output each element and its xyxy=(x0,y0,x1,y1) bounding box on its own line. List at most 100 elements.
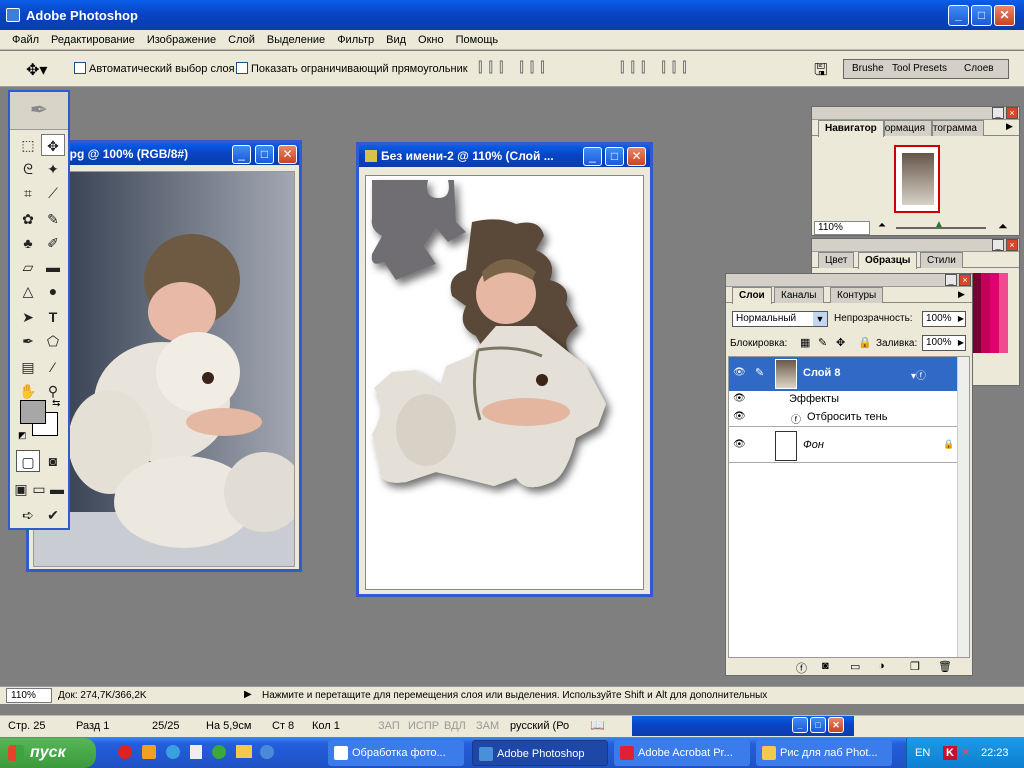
tab-navigator[interactable]: Навигатор xyxy=(818,120,884,137)
history-brush-icon[interactable]: ✐ xyxy=(41,232,65,254)
notes-tool-icon[interactable]: ▤ xyxy=(16,356,40,378)
layers-minimize-button[interactable]: _ xyxy=(945,274,957,286)
mini-maximize-button[interactable]: □ xyxy=(810,717,826,733)
screen-mode-full-icon[interactable]: ▬ xyxy=(48,478,66,500)
eye-icon[interactable]: 👁 xyxy=(733,439,746,450)
mini-close-button[interactable]: ✕ xyxy=(828,717,844,733)
eye-icon[interactable]: 👁 xyxy=(733,411,746,422)
menu-select[interactable]: Выделение xyxy=(261,34,331,46)
navigator-close-button[interactable]: × xyxy=(1006,107,1018,119)
eyedropper-icon[interactable]: ⁄ xyxy=(41,356,65,378)
hand-tool-icon[interactable]: ✋ xyxy=(16,380,40,402)
layers-menu-icon[interactable]: ▶ xyxy=(958,289,965,300)
menu-image[interactable]: Изображение xyxy=(141,34,222,46)
menu-filter[interactable]: Фильтр xyxy=(331,34,380,46)
adjustment-layer-icon[interactable]: ◑ xyxy=(878,660,885,672)
navigator-palette-header[interactable]: _ × xyxy=(812,107,1019,120)
task-acrobat[interactable]: Adobe Acrobat Pr... xyxy=(614,740,750,766)
swap-colors-icon[interactable]: ⇆ xyxy=(52,398,60,409)
healing-brush-icon[interactable]: ✿ xyxy=(16,208,40,230)
magic-wand-icon[interactable]: ✦ xyxy=(41,158,65,180)
quicklaunch-media-icon[interactable] xyxy=(212,745,226,759)
drop-shadow-row[interactable]: 👁 ⓕ Отбросить тень xyxy=(729,409,961,427)
tab-layers[interactable]: Слои xyxy=(732,287,772,304)
brush-link-icon[interactable]: ✎ xyxy=(755,366,764,379)
lock-transparency-icon[interactable]: ▦ xyxy=(800,336,810,349)
task-word[interactable]: Обработка фото... xyxy=(328,740,464,766)
navigator-zoom-field[interactable]: 110% xyxy=(814,221,870,235)
document-1-canvas[interactable] xyxy=(33,171,295,567)
quicklaunch-app-icon[interactable] xyxy=(142,745,156,759)
document-2-canvas[interactable] xyxy=(365,175,644,590)
align-buttons-icon[interactable]: ⫿⫿⫿ ⫿⫿⫿ xyxy=(478,59,551,76)
status-arrow-icon[interactable]: ▶ xyxy=(244,689,252,700)
menu-file[interactable]: Файл xyxy=(6,34,45,46)
new-layer-icon[interactable]: ❐ xyxy=(910,660,920,673)
quicklaunch-globe-icon[interactable] xyxy=(260,745,274,759)
tray-alert-icon[interactable]: ✕ xyxy=(961,746,970,759)
menu-window[interactable]: Окно xyxy=(412,34,450,46)
layer-row-8[interactable]: 👁 ✎ Слой 8 ▾ⓕ xyxy=(729,357,961,391)
maximize-button[interactable]: □ xyxy=(971,5,992,26)
lasso-tool-icon[interactable]: ᘓ xyxy=(16,158,40,180)
opacity-field[interactable]: 100% ▶ xyxy=(922,311,966,327)
close-button[interactable]: ✕ xyxy=(994,5,1015,26)
pen-tool-icon[interactable]: ✒ xyxy=(16,330,40,352)
tab-histogram[interactable]: Гистограмма xyxy=(932,120,984,136)
eye-icon[interactable]: 👁 xyxy=(733,393,746,404)
show-bounds-checkbox[interactable]: Показать ограничивающий прямоугольник xyxy=(236,62,468,75)
default-colors-icon[interactable]: ◩ xyxy=(18,430,27,441)
gradient-tool-icon[interactable]: ▬ xyxy=(41,256,65,278)
shape-tool-icon[interactable]: ⬠ xyxy=(41,330,65,352)
dodge-tool-icon[interactable]: ● xyxy=(41,280,65,302)
commit-check-icon[interactable]: ✔ xyxy=(41,504,65,526)
clone-stamp-icon[interactable]: ♣ xyxy=(16,232,40,254)
menu-view[interactable]: Вид xyxy=(380,34,412,46)
navigator-thumbnail[interactable] xyxy=(894,145,940,213)
fill-arrow-icon[interactable]: ▶ xyxy=(958,336,964,350)
swatches-close-button[interactable]: × xyxy=(1006,239,1018,251)
eraser-tool-icon[interactable]: ▱ xyxy=(16,256,40,278)
tab-info[interactable]: Информация xyxy=(884,120,932,136)
imageready-jump-icon[interactable]: ➪ xyxy=(16,504,40,526)
opacity-arrow-icon[interactable]: ▶ xyxy=(958,312,964,326)
foreground-color[interactable] xyxy=(20,400,46,424)
lock-all-icon[interactable]: 🔒 xyxy=(858,336,872,349)
start-button[interactable]: пуск xyxy=(0,738,96,768)
mini-minimize-button[interactable]: _ xyxy=(792,717,808,733)
type-tool-icon[interactable]: T xyxy=(41,306,65,328)
layers-close-button[interactable]: × xyxy=(959,274,971,286)
lock-position-icon[interactable]: ✥ xyxy=(836,336,845,349)
status-zoom-field[interactable]: 110% xyxy=(6,688,52,703)
path-select-icon[interactable]: ➤ xyxy=(16,306,40,328)
standard-mode-icon[interactable]: ▢ xyxy=(16,450,40,472)
blur-tool-icon[interactable]: △ xyxy=(16,280,40,302)
new-set-icon[interactable]: ▭ xyxy=(850,660,860,673)
menu-help[interactable]: Помощь xyxy=(450,34,505,46)
layer-mask-icon[interactable]: ◙ xyxy=(822,660,829,672)
spellcheck-book-icon[interactable]: 📖 xyxy=(590,718,605,732)
screen-mode-standard-icon[interactable]: ▣ xyxy=(12,478,30,500)
brush-tool-icon[interactable]: ✎ xyxy=(41,208,65,230)
move-tool-icon[interactable]: ✥ xyxy=(41,134,65,156)
lock-pixels-icon[interactable]: ✎ xyxy=(818,336,827,349)
slice-tool-icon[interactable]: ⟋ xyxy=(41,182,65,204)
quicklaunch-opera-icon[interactable] xyxy=(118,745,132,759)
effects-toggle-icon[interactable]: ▾ⓕ xyxy=(911,367,926,382)
well-tab-layers[interactable]: Слоев xyxy=(964,63,994,74)
tab-channels[interactable]: Каналы xyxy=(774,287,824,303)
toolbox-header[interactable]: ✒ xyxy=(10,92,68,130)
tab-color[interactable]: Цвет xyxy=(818,252,855,268)
screen-mode-full-menu-icon[interactable]: ▭ xyxy=(30,478,48,500)
tab-swatches[interactable]: Образцы xyxy=(858,252,918,269)
task-photoshop[interactable]: Adobe Photoshop xyxy=(472,740,608,766)
doc1-close-button[interactable]: ✕ xyxy=(278,145,297,164)
quicklaunch-doc-icon[interactable] xyxy=(190,745,202,759)
doc2-close-button[interactable]: ✕ xyxy=(627,147,646,166)
move-tool-preset-icon[interactable]: ✥▾ xyxy=(26,60,47,80)
navigator-minimize-button[interactable]: _ xyxy=(992,107,1004,119)
minimized-window-bar[interactable]: _ □ ✕ xyxy=(632,716,854,736)
layer-style-icon[interactable]: ⓕ xyxy=(796,660,807,676)
auto-select-checkbox[interactable]: Автоматический выбор слоя xyxy=(74,62,235,75)
trash-icon[interactable]: 🗑 xyxy=(938,660,952,673)
